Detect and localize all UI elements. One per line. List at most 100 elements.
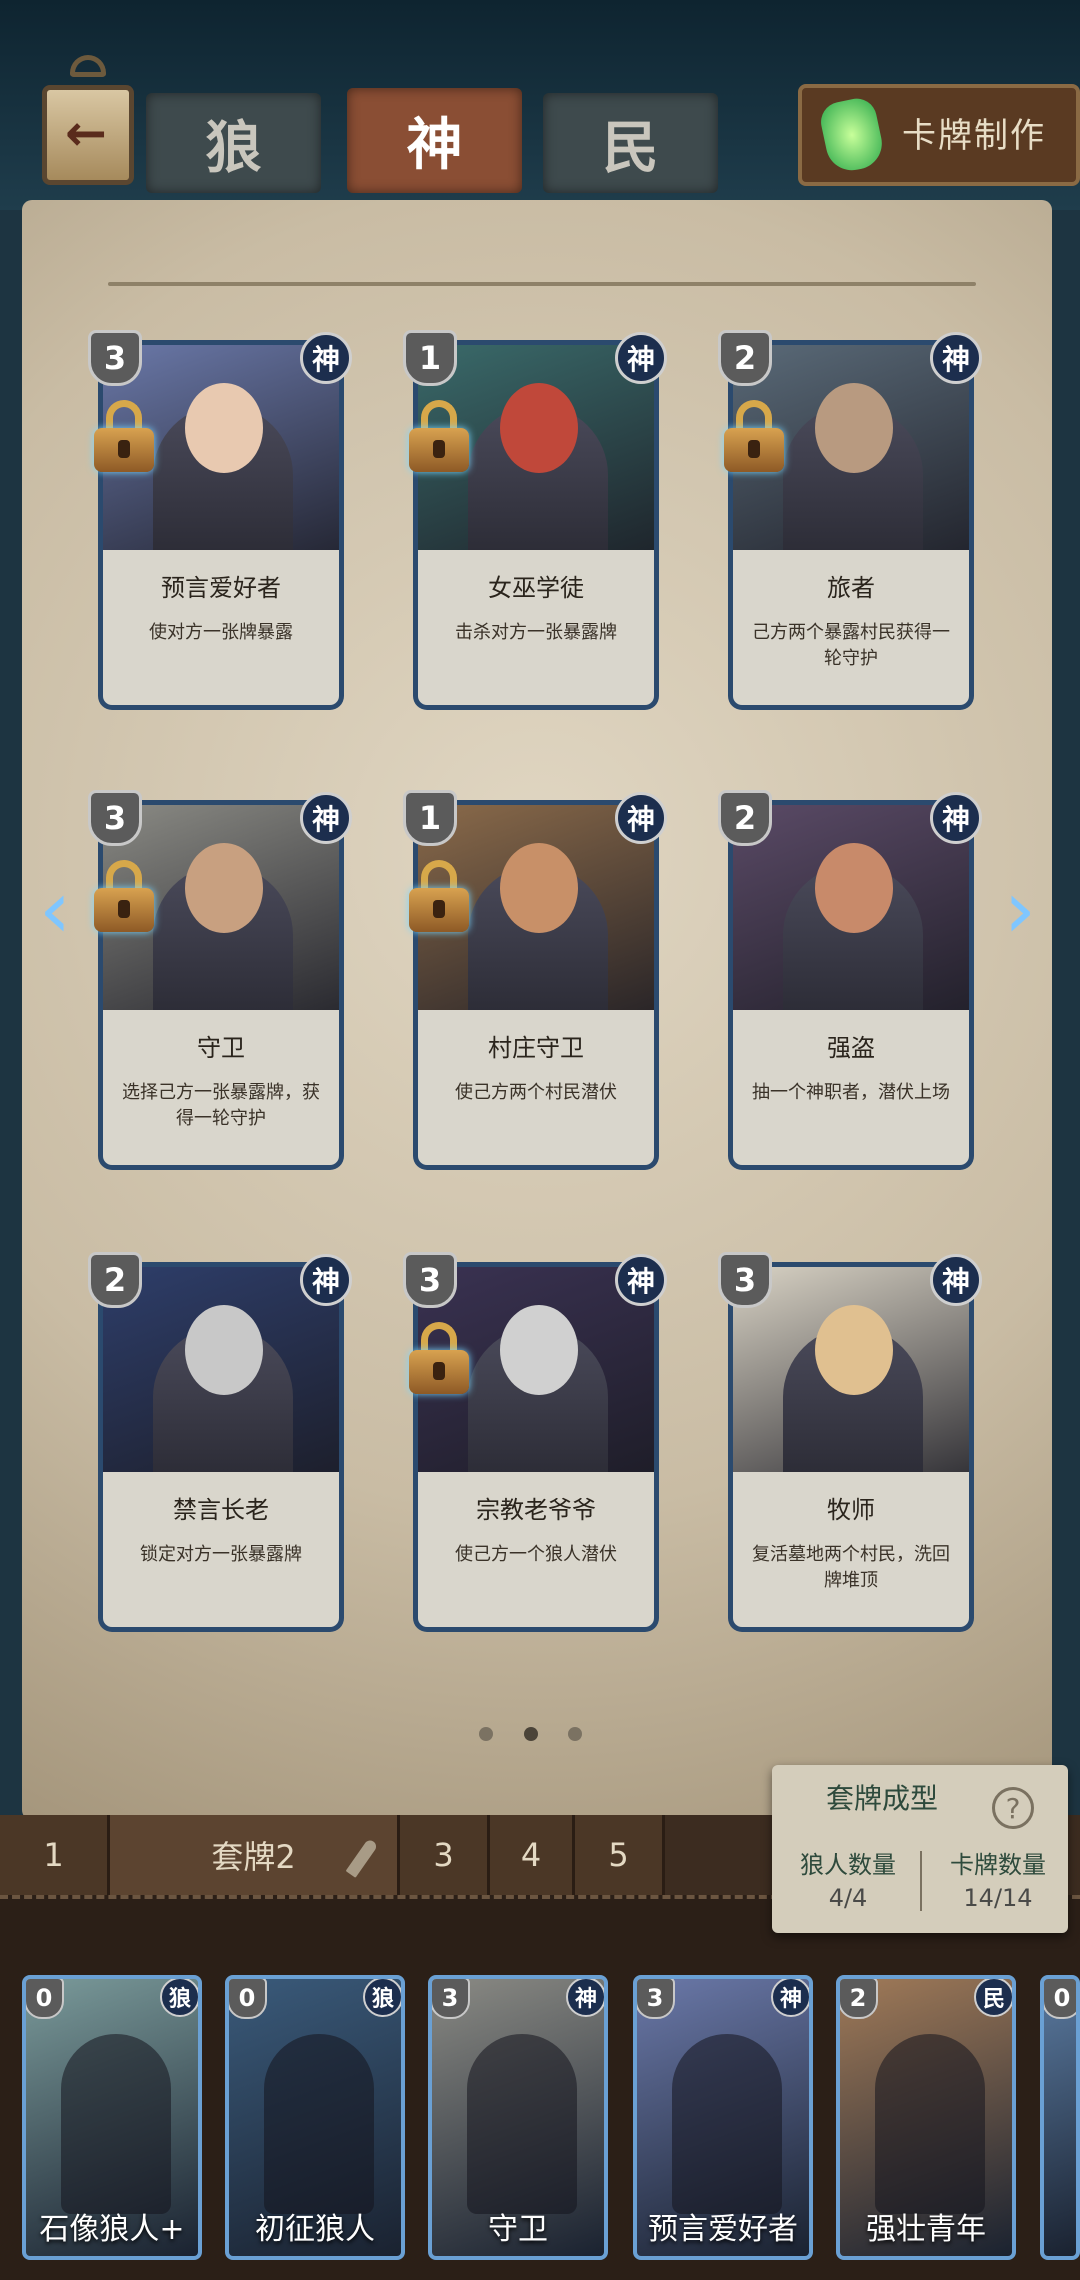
summary-divider <box>920 1851 922 1911</box>
deck-card[interactable]: 3 神守卫 <box>428 1975 608 2260</box>
tab-god[interactable]: 神 <box>347 88 522 193</box>
wolf-count-label: 狼人数量 <box>800 1851 896 1879</box>
card-name: 预言爱好者 <box>161 574 281 602</box>
collection-card[interactable]: 宗教老爷爷 使己方一个狼人潜伏 3 神 <box>403 1252 667 1632</box>
card-figure-head <box>815 383 893 473</box>
collection-card[interactable]: 预言爱好者 使对方一张牌暴露 3 神 <box>88 330 352 710</box>
deck-card-partial[interactable]: 0 <box>1040 1975 1080 2260</box>
collection-card[interactable]: 女巫学徒 击杀对方一张暴露牌 1 神 <box>403 330 667 710</box>
page-dot-1 <box>479 1727 493 1741</box>
card-text-box: 守卫 选择己方一张暴露牌，获得一轮守护 <box>98 1010 344 1170</box>
lock-icon <box>409 1322 469 1394</box>
card-description: 锁定对方一张暴露牌 <box>140 1544 302 1565</box>
lantern-body: ← <box>42 85 134 185</box>
card-faction-badge: 神 <box>930 792 982 844</box>
card-name: 禁言长老 <box>173 1496 269 1524</box>
card-text-box: 强盗抽一个神职者，潜伏上场 <box>728 1010 974 1170</box>
next-page-arrow-icon[interactable]: › <box>995 870 1045 950</box>
lantern-cap <box>70 55 106 77</box>
card-text-box: 女巫学徒击杀对方一张暴露牌 <box>413 550 659 710</box>
help-icon[interactable]: ? <box>992 1787 1034 1829</box>
card-text-box: 预言爱好者 使对方一张牌暴露 <box>98 550 344 710</box>
deck-card-faction: 神 <box>566 1979 604 2017</box>
card-text-box: 旅者 己方两个暴露村民获得一轮守护 <box>728 550 974 710</box>
card-description: 击杀对方一张暴露牌 <box>455 622 617 643</box>
collection-card[interactable]: 禁言长老 锁定对方一张暴露牌 2 神 <box>88 1252 352 1632</box>
card-figure-head <box>815 1305 893 1395</box>
card-count-value: 14/14 <box>963 1884 1033 1912</box>
card-name: 牧师 <box>827 1496 875 1524</box>
card-figure-head <box>500 383 578 473</box>
card-cost-shield: 1 <box>403 330 457 386</box>
card-cost-shield: 3 <box>403 1252 457 1308</box>
deck-tab-4[interactable]: 4 <box>490 1815 575 1895</box>
card-description: 抽一个神职者，潜伏上场 <box>752 1082 950 1103</box>
deck-card-figure <box>61 2034 171 2214</box>
card-faction-badge: 神 <box>615 792 667 844</box>
card-cost-shield: 2 <box>88 1252 142 1308</box>
deck-card-name: 守卫 <box>488 2212 548 2247</box>
tab-villager[interactable]: 民 <box>543 93 718 193</box>
collection-card[interactable]: 强盗抽一个神职者，潜伏上场 2 神 <box>718 790 982 1170</box>
card-description: 使己方两个村民潜伏 <box>455 1082 617 1103</box>
prev-page-arrow-icon[interactable]: ‹ <box>30 870 80 950</box>
card-name: 守卫 <box>197 1034 245 1062</box>
card-cost-shield: 2 <box>718 790 772 846</box>
deck-card-name: 初征狼人 <box>255 2212 375 2247</box>
card-figure-head <box>185 383 263 473</box>
deck-card[interactable]: 2 民强壮青年 <box>836 1975 1016 2260</box>
collection-card[interactable]: 守卫 选择己方一张暴露牌，获得一轮守护 3 神 <box>88 790 352 1170</box>
lock-icon <box>94 860 154 932</box>
lock-icon <box>409 860 469 932</box>
card-name: 强盗 <box>827 1034 875 1062</box>
deck-card-cost: 0 <box>229 1979 267 2019</box>
deck-card-cost: 3 <box>432 1979 470 2019</box>
deck-summary-title: 套牌成型 <box>825 1782 938 1815</box>
deck-card-faction: 狼 <box>363 1979 401 2017</box>
card-text-box: 村庄守卫使己方两个村民潜伏 <box>413 1010 659 1170</box>
green-gem-icon <box>817 94 887 176</box>
collection-card[interactable]: 旅者 己方两个暴露村民获得一轮守护 2 神 <box>718 330 982 710</box>
card-figure-head <box>185 843 263 933</box>
card-faction-badge: 神 <box>300 792 352 844</box>
deck-card-faction: 民 <box>974 1979 1012 2017</box>
card-cost-shield: 2 <box>718 330 772 386</box>
card-figure-head <box>500 843 578 933</box>
deck-card-figure <box>875 2034 985 2214</box>
panel-divider <box>108 282 976 286</box>
card-description: 复活墓地两个村民，洗回牌堆顶 <box>752 1544 950 1591</box>
deck-card-name: 石像狼人+ <box>39 2212 185 2247</box>
collection-card[interactable]: 牧师 复活墓地两个村民，洗回牌堆顶 3 神 <box>718 1252 982 1632</box>
card-count-label: 卡牌数量 <box>950 1851 1046 1879</box>
lock-icon <box>409 400 469 472</box>
deck-card[interactable]: 3 神预言爱好者 <box>633 1975 813 2260</box>
deck-tab-1[interactable]: 1 <box>0 1815 110 1895</box>
deck-summary-panel: 套牌成型 ? 狼人数量 4/4 卡牌数量 14/14 <box>772 1765 1068 1933</box>
card-faction-badge: 神 <box>300 332 352 384</box>
card-faction-badge: 神 <box>615 1254 667 1306</box>
wolf-count-value: 4/4 <box>828 1884 868 1912</box>
lock-icon <box>94 400 154 472</box>
deck-card-cost: 3 <box>637 1979 675 2019</box>
card-text-box: 宗教老爷爷 使己方一个狼人潜伏 <box>413 1472 659 1632</box>
deck-tab-5[interactable]: 5 <box>575 1815 665 1895</box>
card-name: 宗教老爷爷 <box>476 1496 596 1524</box>
card-craft-button[interactable]: 卡牌制作 <box>798 84 1080 186</box>
page-dot-3 <box>568 1727 582 1741</box>
card-name: 女巫学徒 <box>488 574 584 602</box>
card-cost-shield: 1 <box>403 790 457 846</box>
back-lantern-button[interactable]: ← <box>34 55 142 195</box>
deck-card-name: 强壮青年 <box>866 2212 986 2247</box>
card-figure-head <box>185 1305 263 1395</box>
deck-tab-3[interactable]: 3 <box>400 1815 490 1895</box>
card-name: 旅者 <box>827 574 875 602</box>
lock-icon <box>724 400 784 472</box>
collection-card[interactable]: 村庄守卫使己方两个村民潜伏 1 神 <box>403 790 667 1170</box>
deck-card-cost: 0 <box>1044 1979 1076 2019</box>
tab-wolf[interactable]: 狼 <box>146 93 321 193</box>
card-text-box: 牧师复活墓地两个村民，洗回牌堆顶 <box>728 1472 974 1632</box>
deck-card[interactable]: 0 狼初征狼人 <box>225 1975 405 2260</box>
card-name: 村庄守卫 <box>488 1034 584 1062</box>
deck-card[interactable]: 0 狼石像狼人+ <box>22 1975 202 2260</box>
card-craft-label: 卡牌制作 <box>902 116 1046 156</box>
